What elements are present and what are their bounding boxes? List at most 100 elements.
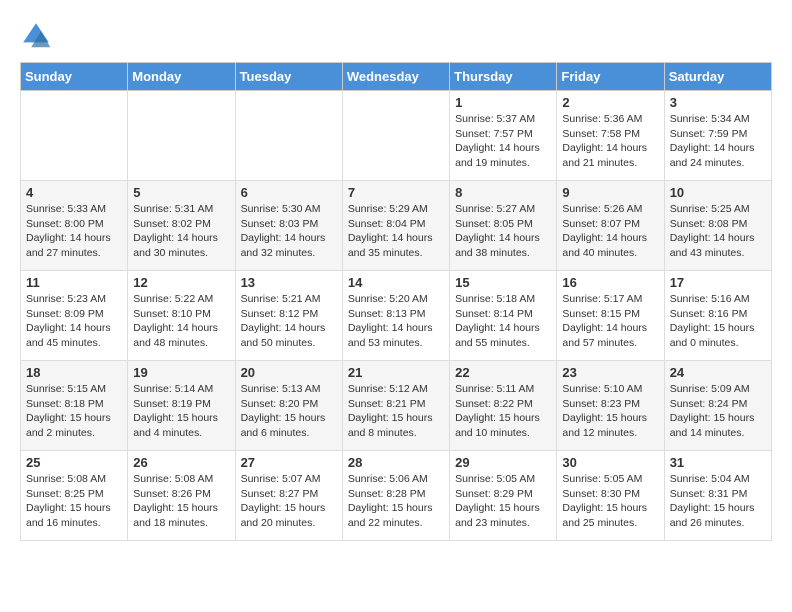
week-row-5: 25Sunrise: 5:08 AM Sunset: 8:25 PM Dayli… <box>21 451 772 541</box>
day-cell: 5 Sunrise: 5:31 AM Sunset: 8:02 PM Daylig… <box>128 181 235 271</box>
day-cell: 19 Sunrise: 5:14 AM Sunset: 8:19 PM Dayli… <box>128 361 235 451</box>
day-info: Sunrise: 5:10 AM Sunset: 8:23 PM Dayligh… <box>562 382 658 441</box>
day-cell: 25Sunrise: 5:08 AM Sunset: 8:25 PM Dayli… <box>21 451 128 541</box>
day-number: 18 <box>26 365 122 380</box>
day-info: Sunrise: 5:26 AM Sunset: 8:07 PM Dayligh… <box>562 202 658 261</box>
day-info: Sunrise: 5:12 AM Sunset: 8:21 PM Dayligh… <box>348 382 444 441</box>
day-cell <box>235 91 342 181</box>
day-number: 30 <box>562 455 658 470</box>
day-info: Sunrise: 5:05 AM Sunset: 8:29 PM Dayligh… <box>455 472 551 531</box>
day-cell: 16 Sunrise: 5:17 AM Sunset: 8:15 PM Dayli… <box>557 271 664 361</box>
day-info: Sunrise: 5:04 AM Sunset: 8:31 PM Dayligh… <box>670 472 766 531</box>
page-header <box>20 20 772 52</box>
day-info: Sunrise: 5:17 AM Sunset: 8:15 PM Dayligh… <box>562 292 658 351</box>
day-cell: 30 Sunrise: 5:05 AM Sunset: 8:30 PM Dayli… <box>557 451 664 541</box>
day-cell: 20 Sunrise: 5:13 AM Sunset: 8:20 PM Dayli… <box>235 361 342 451</box>
day-info: Sunrise: 5:20 AM Sunset: 8:13 PM Dayligh… <box>348 292 444 351</box>
week-row-3: 11Sunrise: 5:23 AM Sunset: 8:09 PM Dayli… <box>21 271 772 361</box>
header-cell-sunday: Sunday <box>21 63 128 91</box>
day-info: Sunrise: 5:07 AM Sunset: 8:27 PM Dayligh… <box>241 472 337 531</box>
day-number: 15 <box>455 275 551 290</box>
day-cell: 4 Sunrise: 5:33 AM Sunset: 8:00 PM Daylig… <box>21 181 128 271</box>
day-cell: 11Sunrise: 5:23 AM Sunset: 8:09 PM Dayli… <box>21 271 128 361</box>
day-number: 4 <box>26 185 122 200</box>
header-row: SundayMondayTuesdayWednesdayThursdayFrid… <box>21 63 772 91</box>
day-info: Sunrise: 5:13 AM Sunset: 8:20 PM Dayligh… <box>241 382 337 441</box>
day-info: Sunrise: 5:25 AM Sunset: 8:08 PM Dayligh… <box>670 202 766 261</box>
day-cell: 6 Sunrise: 5:30 AM Sunset: 8:03 PM Daylig… <box>235 181 342 271</box>
calendar-header: SundayMondayTuesdayWednesdayThursdayFrid… <box>21 63 772 91</box>
calendar-body: 1 Sunrise: 5:37 AM Sunset: 7:57 PM Daylig… <box>21 91 772 541</box>
day-info: Sunrise: 5:37 AM Sunset: 7:57 PM Dayligh… <box>455 112 551 171</box>
day-cell: 24 Sunrise: 5:09 AM Sunset: 8:24 PM Dayli… <box>664 361 771 451</box>
day-info: Sunrise: 5:27 AM Sunset: 8:05 PM Dayligh… <box>455 202 551 261</box>
day-cell: 31 Sunrise: 5:04 AM Sunset: 8:31 PM Dayli… <box>664 451 771 541</box>
day-info: Sunrise: 5:22 AM Sunset: 8:10 PM Dayligh… <box>133 292 229 351</box>
day-number: 9 <box>562 185 658 200</box>
day-number: 14 <box>348 275 444 290</box>
day-cell: 27 Sunrise: 5:07 AM Sunset: 8:27 PM Dayli… <box>235 451 342 541</box>
day-cell: 7 Sunrise: 5:29 AM Sunset: 8:04 PM Daylig… <box>342 181 449 271</box>
day-number: 8 <box>455 185 551 200</box>
day-info: Sunrise: 5:15 AM Sunset: 8:18 PM Dayligh… <box>26 382 122 441</box>
day-info: Sunrise: 5:14 AM Sunset: 8:19 PM Dayligh… <box>133 382 229 441</box>
day-number: 3 <box>670 95 766 110</box>
day-number: 22 <box>455 365 551 380</box>
day-number: 26 <box>133 455 229 470</box>
day-number: 1 <box>455 95 551 110</box>
day-info: Sunrise: 5:11 AM Sunset: 8:22 PM Dayligh… <box>455 382 551 441</box>
day-cell: 18 Sunrise: 5:15 AM Sunset: 8:18 PM Dayli… <box>21 361 128 451</box>
day-cell: 3 Sunrise: 5:34 AM Sunset: 7:59 PM Daylig… <box>664 91 771 181</box>
day-number: 10 <box>670 185 766 200</box>
day-cell: 8 Sunrise: 5:27 AM Sunset: 8:05 PM Daylig… <box>450 181 557 271</box>
day-number: 28 <box>348 455 444 470</box>
day-number: 13 <box>241 275 337 290</box>
day-number: 19 <box>133 365 229 380</box>
day-info: Sunrise: 5:05 AM Sunset: 8:30 PM Dayligh… <box>562 472 658 531</box>
calendar-table: SundayMondayTuesdayWednesdayThursdayFrid… <box>20 62 772 541</box>
day-cell: 29 Sunrise: 5:05 AM Sunset: 8:29 PM Dayli… <box>450 451 557 541</box>
day-info: Sunrise: 5:36 AM Sunset: 7:58 PM Dayligh… <box>562 112 658 171</box>
day-number: 24 <box>670 365 766 380</box>
day-cell: 26 Sunrise: 5:08 AM Sunset: 8:26 PM Dayli… <box>128 451 235 541</box>
day-number: 17 <box>670 275 766 290</box>
day-number: 16 <box>562 275 658 290</box>
week-row-1: 1 Sunrise: 5:37 AM Sunset: 7:57 PM Daylig… <box>21 91 772 181</box>
day-cell: 12Sunrise: 5:22 AM Sunset: 8:10 PM Dayli… <box>128 271 235 361</box>
day-info: Sunrise: 5:23 AM Sunset: 8:09 PM Dayligh… <box>26 292 122 351</box>
day-number: 31 <box>670 455 766 470</box>
day-number: 6 <box>241 185 337 200</box>
header-cell-wednesday: Wednesday <box>342 63 449 91</box>
day-info: Sunrise: 5:33 AM Sunset: 8:00 PM Dayligh… <box>26 202 122 261</box>
day-number: 20 <box>241 365 337 380</box>
logo <box>20 20 56 52</box>
day-number: 27 <box>241 455 337 470</box>
day-info: Sunrise: 5:18 AM Sunset: 8:14 PM Dayligh… <box>455 292 551 351</box>
day-number: 5 <box>133 185 229 200</box>
day-info: Sunrise: 5:08 AM Sunset: 8:26 PM Dayligh… <box>133 472 229 531</box>
day-cell: 9 Sunrise: 5:26 AM Sunset: 8:07 PM Daylig… <box>557 181 664 271</box>
day-number: 25 <box>26 455 122 470</box>
day-cell: 15 Sunrise: 5:18 AM Sunset: 8:14 PM Dayli… <box>450 271 557 361</box>
day-cell: 13 Sunrise: 5:21 AM Sunset: 8:12 PM Dayli… <box>235 271 342 361</box>
day-info: Sunrise: 5:30 AM Sunset: 8:03 PM Dayligh… <box>241 202 337 261</box>
day-info: Sunrise: 5:21 AM Sunset: 8:12 PM Dayligh… <box>241 292 337 351</box>
day-info: Sunrise: 5:29 AM Sunset: 8:04 PM Dayligh… <box>348 202 444 261</box>
header-cell-tuesday: Tuesday <box>235 63 342 91</box>
logo-icon <box>20 20 52 52</box>
header-cell-thursday: Thursday <box>450 63 557 91</box>
day-cell: 14 Sunrise: 5:20 AM Sunset: 8:13 PM Dayli… <box>342 271 449 361</box>
day-info: Sunrise: 5:31 AM Sunset: 8:02 PM Dayligh… <box>133 202 229 261</box>
day-number: 7 <box>348 185 444 200</box>
day-number: 29 <box>455 455 551 470</box>
day-cell: 21 Sunrise: 5:12 AM Sunset: 8:21 PM Dayli… <box>342 361 449 451</box>
day-cell: 17Sunrise: 5:16 AM Sunset: 8:16 PM Dayli… <box>664 271 771 361</box>
day-cell: 22 Sunrise: 5:11 AM Sunset: 8:22 PM Dayli… <box>450 361 557 451</box>
day-cell <box>128 91 235 181</box>
day-number: 21 <box>348 365 444 380</box>
header-cell-friday: Friday <box>557 63 664 91</box>
week-row-4: 18 Sunrise: 5:15 AM Sunset: 8:18 PM Dayli… <box>21 361 772 451</box>
day-info: Sunrise: 5:34 AM Sunset: 7:59 PM Dayligh… <box>670 112 766 171</box>
day-info: Sunrise: 5:09 AM Sunset: 8:24 PM Dayligh… <box>670 382 766 441</box>
day-number: 23 <box>562 365 658 380</box>
